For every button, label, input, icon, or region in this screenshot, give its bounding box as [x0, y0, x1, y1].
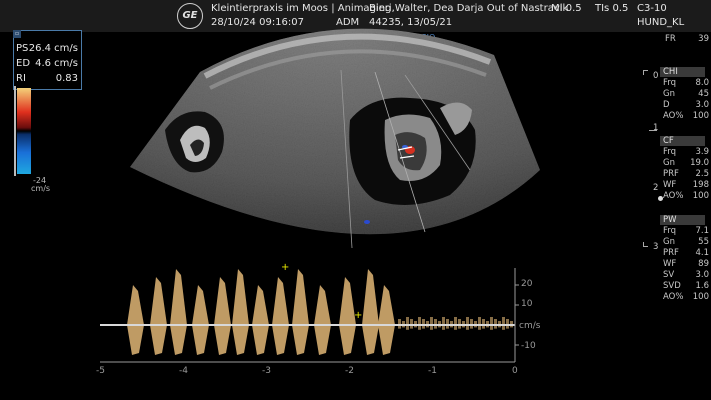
param-label: Frq [663, 147, 677, 157]
velocity-unit: cm/s [519, 321, 541, 331]
spectral-noise [430, 317, 433, 330]
time-tick: 0 [512, 366, 518, 376]
param-value: 7.1 [695, 226, 709, 236]
spectral-noise [422, 319, 425, 329]
param-label: PRF [663, 248, 679, 258]
param-label: Gn [663, 158, 675, 168]
spectral-noise [490, 317, 493, 330]
param-value: 89 [698, 259, 709, 269]
param-label: AO% [663, 292, 684, 302]
chi-section-header[interactable]: CHI [660, 67, 705, 77]
fr-label: FR [665, 34, 676, 44]
sector-structures [130, 28, 540, 235]
param-value: 19.0 [690, 158, 709, 168]
depth-mark: 1 [653, 123, 659, 133]
param-value: 198 [692, 180, 709, 190]
param-label: AO% [663, 111, 684, 121]
param-label: WF [663, 259, 677, 269]
velocity-tick: -10 [521, 341, 536, 351]
param-value: 3.0 [695, 100, 709, 110]
param-label: WF [663, 180, 677, 190]
time-tick: -3 [262, 366, 271, 376]
param-label: D [663, 100, 670, 110]
fr-value: 39 [698, 34, 709, 44]
velocity-tick: 10 [521, 299, 533, 309]
param-value: 8.0 [695, 78, 709, 88]
spectral-waveform[interactable]: + + [100, 262, 515, 365]
param-value: 45 [698, 89, 709, 99]
spectral-noise [506, 319, 509, 329]
depth-bracket [643, 242, 648, 247]
spectral-noise [470, 319, 473, 329]
time-tick: -2 [345, 366, 354, 376]
spectral-noise [442, 317, 445, 330]
param-value: 1.6 [695, 281, 709, 291]
param-value: 3.0 [695, 270, 709, 280]
param-label: Gn [663, 237, 675, 247]
cf-section-header[interactable]: CF [660, 136, 705, 146]
depth-mark: 2 [653, 183, 659, 193]
spectral-noise [458, 319, 461, 329]
param-value: 100 [692, 191, 709, 201]
param-value: 100 [692, 292, 709, 302]
param-value: 100 [692, 111, 709, 121]
pw-section-header[interactable]: PW [660, 215, 705, 225]
param-value: 2.5 [695, 169, 709, 179]
spectral-noise [410, 319, 413, 329]
depth-tick [649, 130, 657, 131]
param-label: PRF [663, 169, 679, 179]
spectral-noise [418, 317, 421, 330]
time-tick: -5 [96, 366, 105, 376]
param-label: Frq [663, 78, 677, 88]
spectral-noise [478, 317, 481, 330]
velocity-tick: 20 [521, 279, 533, 289]
spectral-noise [482, 319, 485, 329]
spectral-noise [434, 319, 437, 329]
param-label: AO% [663, 191, 684, 201]
spectral-noise [494, 319, 497, 329]
b-mode-image[interactable]: + + [0, 0, 711, 400]
spectral-noise [466, 317, 469, 330]
ps-marker[interactable]: + [281, 262, 289, 273]
spectral-noise [454, 317, 457, 330]
depth-mark: 0 [643, 70, 658, 82]
param-label: Frq [663, 226, 677, 236]
time-tick: -1 [428, 366, 437, 376]
depth-mark: 3 [653, 242, 659, 252]
spectral-noise [406, 317, 409, 330]
param-value: 3.9 [695, 147, 709, 157]
param-value: 4.1 [695, 248, 709, 258]
param-value: 55 [698, 237, 709, 247]
param-label: Gn [663, 89, 675, 99]
spectral-noise [446, 319, 449, 329]
spectral-noise [502, 317, 505, 330]
spectral-noise [398, 319, 401, 329]
param-label: SV [663, 270, 675, 280]
time-tick: -4 [179, 366, 188, 376]
ed-marker[interactable]: + [354, 310, 362, 321]
param-label: SVD [663, 281, 681, 291]
